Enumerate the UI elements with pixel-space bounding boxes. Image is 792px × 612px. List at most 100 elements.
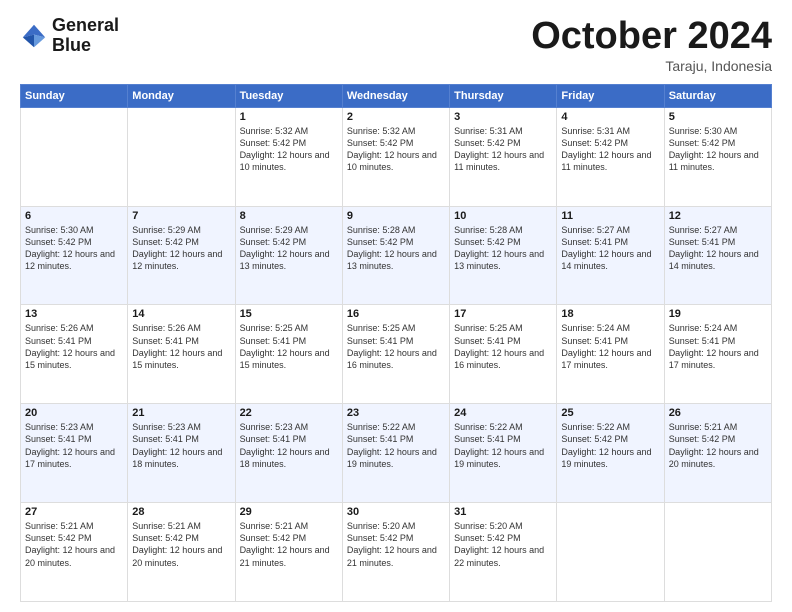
day-info: Sunrise: 5:21 AM Sunset: 5:42 PM Dayligh… [25, 520, 123, 569]
day-info: Sunrise: 5:22 AM Sunset: 5:41 PM Dayligh… [454, 421, 552, 470]
day-number: 3 [454, 111, 552, 123]
day-info: Sunrise: 5:32 AM Sunset: 5:42 PM Dayligh… [347, 125, 445, 174]
day-number: 23 [347, 407, 445, 419]
day-number: 28 [132, 506, 230, 518]
calendar-table: Sunday Monday Tuesday Wednesday Thursday… [20, 84, 772, 602]
location-subtitle: Taraju, Indonesia [531, 58, 772, 74]
day-info: Sunrise: 5:26 AM Sunset: 5:41 PM Dayligh… [25, 322, 123, 371]
day-number: 13 [25, 308, 123, 320]
day-info: Sunrise: 5:23 AM Sunset: 5:41 PM Dayligh… [132, 421, 230, 470]
day-info: Sunrise: 5:21 AM Sunset: 5:42 PM Dayligh… [669, 421, 767, 470]
calendar-week-1: 6 Sunrise: 5:30 AM Sunset: 5:42 PM Daylig… [21, 206, 772, 305]
calendar-header: Sunday Monday Tuesday Wednesday Thursday… [21, 84, 772, 107]
day-number: 16 [347, 308, 445, 320]
page: General Blue October 2024 Taraju, Indone… [0, 0, 792, 612]
day-number: 24 [454, 407, 552, 419]
day-number: 4 [561, 111, 659, 123]
day-number: 11 [561, 210, 659, 222]
table-row: 2 Sunrise: 5:32 AM Sunset: 5:42 PM Daylig… [342, 107, 449, 206]
calendar-body: 1 Sunrise: 5:32 AM Sunset: 5:42 PM Daylig… [21, 107, 772, 601]
table-row: 14 Sunrise: 5:26 AM Sunset: 5:41 PM Dayli… [128, 305, 235, 404]
table-row: 22 Sunrise: 5:23 AM Sunset: 5:41 PM Dayli… [235, 404, 342, 503]
day-number: 30 [347, 506, 445, 518]
table-row: 20 Sunrise: 5:23 AM Sunset: 5:41 PM Dayli… [21, 404, 128, 503]
day-number: 31 [454, 506, 552, 518]
calendar-week-3: 20 Sunrise: 5:23 AM Sunset: 5:41 PM Dayli… [21, 404, 772, 503]
day-info: Sunrise: 5:32 AM Sunset: 5:42 PM Dayligh… [240, 125, 338, 174]
table-row: 19 Sunrise: 5:24 AM Sunset: 5:41 PM Dayli… [664, 305, 771, 404]
day-info: Sunrise: 5:23 AM Sunset: 5:41 PM Dayligh… [240, 421, 338, 470]
table-row: 6 Sunrise: 5:30 AM Sunset: 5:42 PM Daylig… [21, 206, 128, 305]
day-info: Sunrise: 5:24 AM Sunset: 5:41 PM Dayligh… [669, 322, 767, 371]
day-info: Sunrise: 5:25 AM Sunset: 5:41 PM Dayligh… [454, 322, 552, 371]
table-row: 4 Sunrise: 5:31 AM Sunset: 5:42 PM Daylig… [557, 107, 664, 206]
table-row: 3 Sunrise: 5:31 AM Sunset: 5:42 PM Daylig… [450, 107, 557, 206]
table-row: 31 Sunrise: 5:20 AM Sunset: 5:42 PM Dayli… [450, 503, 557, 602]
day-number: 14 [132, 308, 230, 320]
day-info: Sunrise: 5:20 AM Sunset: 5:42 PM Dayligh… [454, 520, 552, 569]
calendar-week-2: 13 Sunrise: 5:26 AM Sunset: 5:41 PM Dayli… [21, 305, 772, 404]
day-info: Sunrise: 5:27 AM Sunset: 5:41 PM Dayligh… [669, 224, 767, 273]
col-friday: Friday [557, 84, 664, 107]
col-wednesday: Wednesday [342, 84, 449, 107]
day-info: Sunrise: 5:28 AM Sunset: 5:42 PM Dayligh… [347, 224, 445, 273]
calendar-week-0: 1 Sunrise: 5:32 AM Sunset: 5:42 PM Daylig… [21, 107, 772, 206]
table-row: 24 Sunrise: 5:22 AM Sunset: 5:41 PM Dayli… [450, 404, 557, 503]
day-info: Sunrise: 5:21 AM Sunset: 5:42 PM Dayligh… [240, 520, 338, 569]
day-number: 1 [240, 111, 338, 123]
day-info: Sunrise: 5:30 AM Sunset: 5:42 PM Dayligh… [25, 224, 123, 273]
table-row: 7 Sunrise: 5:29 AM Sunset: 5:42 PM Daylig… [128, 206, 235, 305]
day-info: Sunrise: 5:25 AM Sunset: 5:41 PM Dayligh… [240, 322, 338, 371]
day-number: 12 [669, 210, 767, 222]
day-number: 5 [669, 111, 767, 123]
logo-line2: Blue [52, 36, 119, 56]
table-row: 8Sunrise: 5:29 AM Sunset: 5:42 PM Daylig… [235, 206, 342, 305]
day-info: Sunrise: 5:29 AM Sunset: 5:42 PM Dayligh… [132, 224, 230, 273]
table-row: 9 Sunrise: 5:28 AM Sunset: 5:42 PM Daylig… [342, 206, 449, 305]
table-row: 28 Sunrise: 5:21 AM Sunset: 5:42 PM Dayli… [128, 503, 235, 602]
table-row [128, 107, 235, 206]
day-number: 15 [240, 308, 338, 320]
day-number: 26 [669, 407, 767, 419]
table-row [664, 503, 771, 602]
table-row: 29 Sunrise: 5:21 AM Sunset: 5:42 PM Dayli… [235, 503, 342, 602]
day-info: Sunrise: 5:28 AM Sunset: 5:42 PM Dayligh… [454, 224, 552, 273]
day-number: 22 [240, 407, 338, 419]
table-row: 26 Sunrise: 5:21 AM Sunset: 5:42 PM Dayli… [664, 404, 771, 503]
header: General Blue October 2024 Taraju, Indone… [20, 16, 772, 74]
day-info: Sunrise: 5:23 AM Sunset: 5:41 PM Dayligh… [25, 421, 123, 470]
day-info: Sunrise: 5:31 AM Sunset: 5:42 PM Dayligh… [454, 125, 552, 174]
table-row: 27 Sunrise: 5:21 AM Sunset: 5:42 PM Dayli… [21, 503, 128, 602]
col-tuesday: Tuesday [235, 84, 342, 107]
day-info: Sunrise: 5:31 AM Sunset: 5:42 PM Dayligh… [561, 125, 659, 174]
col-monday: Monday [128, 84, 235, 107]
header-row: Sunday Monday Tuesday Wednesday Thursday… [21, 84, 772, 107]
table-row: 5 Sunrise: 5:30 AM Sunset: 5:42 PM Daylig… [664, 107, 771, 206]
table-row: 17Sunrise: 5:25 AM Sunset: 5:41 PM Dayli… [450, 305, 557, 404]
day-number: 10 [454, 210, 552, 222]
day-number: 19 [669, 308, 767, 320]
day-number: 7 [132, 210, 230, 222]
logo: General Blue [20, 16, 119, 56]
col-thursday: Thursday [450, 84, 557, 107]
day-info: Sunrise: 5:24 AM Sunset: 5:41 PM Dayligh… [561, 322, 659, 371]
day-info: Sunrise: 5:27 AM Sunset: 5:41 PM Dayligh… [561, 224, 659, 273]
day-info: Sunrise: 5:26 AM Sunset: 5:41 PM Dayligh… [132, 322, 230, 371]
day-number: 18 [561, 308, 659, 320]
day-number: 6 [25, 210, 123, 222]
day-number: 29 [240, 506, 338, 518]
table-row: 18 Sunrise: 5:24 AM Sunset: 5:41 PM Dayli… [557, 305, 664, 404]
day-number: 9 [347, 210, 445, 222]
table-row: 16Sunrise: 5:25 AM Sunset: 5:41 PM Dayli… [342, 305, 449, 404]
table-row: 13 Sunrise: 5:26 AM Sunset: 5:41 PM Dayli… [21, 305, 128, 404]
table-row: 11 Sunrise: 5:27 AM Sunset: 5:41 PM Dayli… [557, 206, 664, 305]
table-row: 1 Sunrise: 5:32 AM Sunset: 5:42 PM Daylig… [235, 107, 342, 206]
table-row: 12 Sunrise: 5:27 AM Sunset: 5:41 PM Dayli… [664, 206, 771, 305]
day-info: Sunrise: 5:21 AM Sunset: 5:42 PM Dayligh… [132, 520, 230, 569]
day-info: Sunrise: 5:30 AM Sunset: 5:42 PM Dayligh… [669, 125, 767, 174]
table-row: 25Sunrise: 5:22 AM Sunset: 5:42 PM Dayli… [557, 404, 664, 503]
day-number: 27 [25, 506, 123, 518]
day-number: 20 [25, 407, 123, 419]
day-number: 2 [347, 111, 445, 123]
month-title: October 2024 [531, 16, 772, 58]
